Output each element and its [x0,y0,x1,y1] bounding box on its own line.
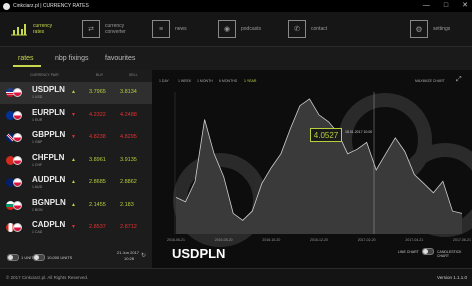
x-tick-label: 2016-06-21 [167,238,185,242]
chart-tooltip-value: 4.0527 [310,128,342,142]
line-chart-label: LINE CHART [398,250,419,254]
version-text: Version 1.1.1.0 [436,275,467,280]
chart-pair-title: USDPLN [172,246,226,261]
range-6-months[interactable]: 6 MONTHS [219,79,237,83]
status-bar: © 2017 Cinkciarz.pl. All Rights Reserved… [0,268,472,286]
toggle-knob [423,249,428,254]
range-1-year[interactable]: 1 YEAR [244,79,256,83]
copyright-text: © 2017 Cinkciarz.pl. All Rights Reserved… [6,275,89,280]
candlestick-chart-label: CANDLESTICK CHART [437,250,462,258]
chart-type-toggle[interactable] [422,248,434,255]
x-tick-label: 2016-08-20 [215,238,233,242]
maximize-chart-label[interactable]: MAXIMIZE CHART [415,79,445,83]
maximize-icon[interactable]: ⤢ [456,76,462,84]
x-tick-label: 2017-02-20 [358,238,376,242]
range-1-day[interactable]: 1 DAY [159,79,169,83]
chart-tooltip-date: 18.01.2017 10:00 [345,130,373,134]
chart-area: 2016-06-21 2016-08-20 2016-10-20 2016-12-20… [167,92,472,247]
x-tick-label: 2017-06-21 [453,238,471,242]
x-tick-label: 2016-12-20 [310,238,328,242]
x-tick-label: 2017-04-21 [405,238,423,242]
range-1-week[interactable]: 1 WEEK [178,79,191,83]
range-1-month[interactable]: 1 MONTH [197,79,213,83]
x-tick-label: 2016-10-20 [262,238,280,242]
